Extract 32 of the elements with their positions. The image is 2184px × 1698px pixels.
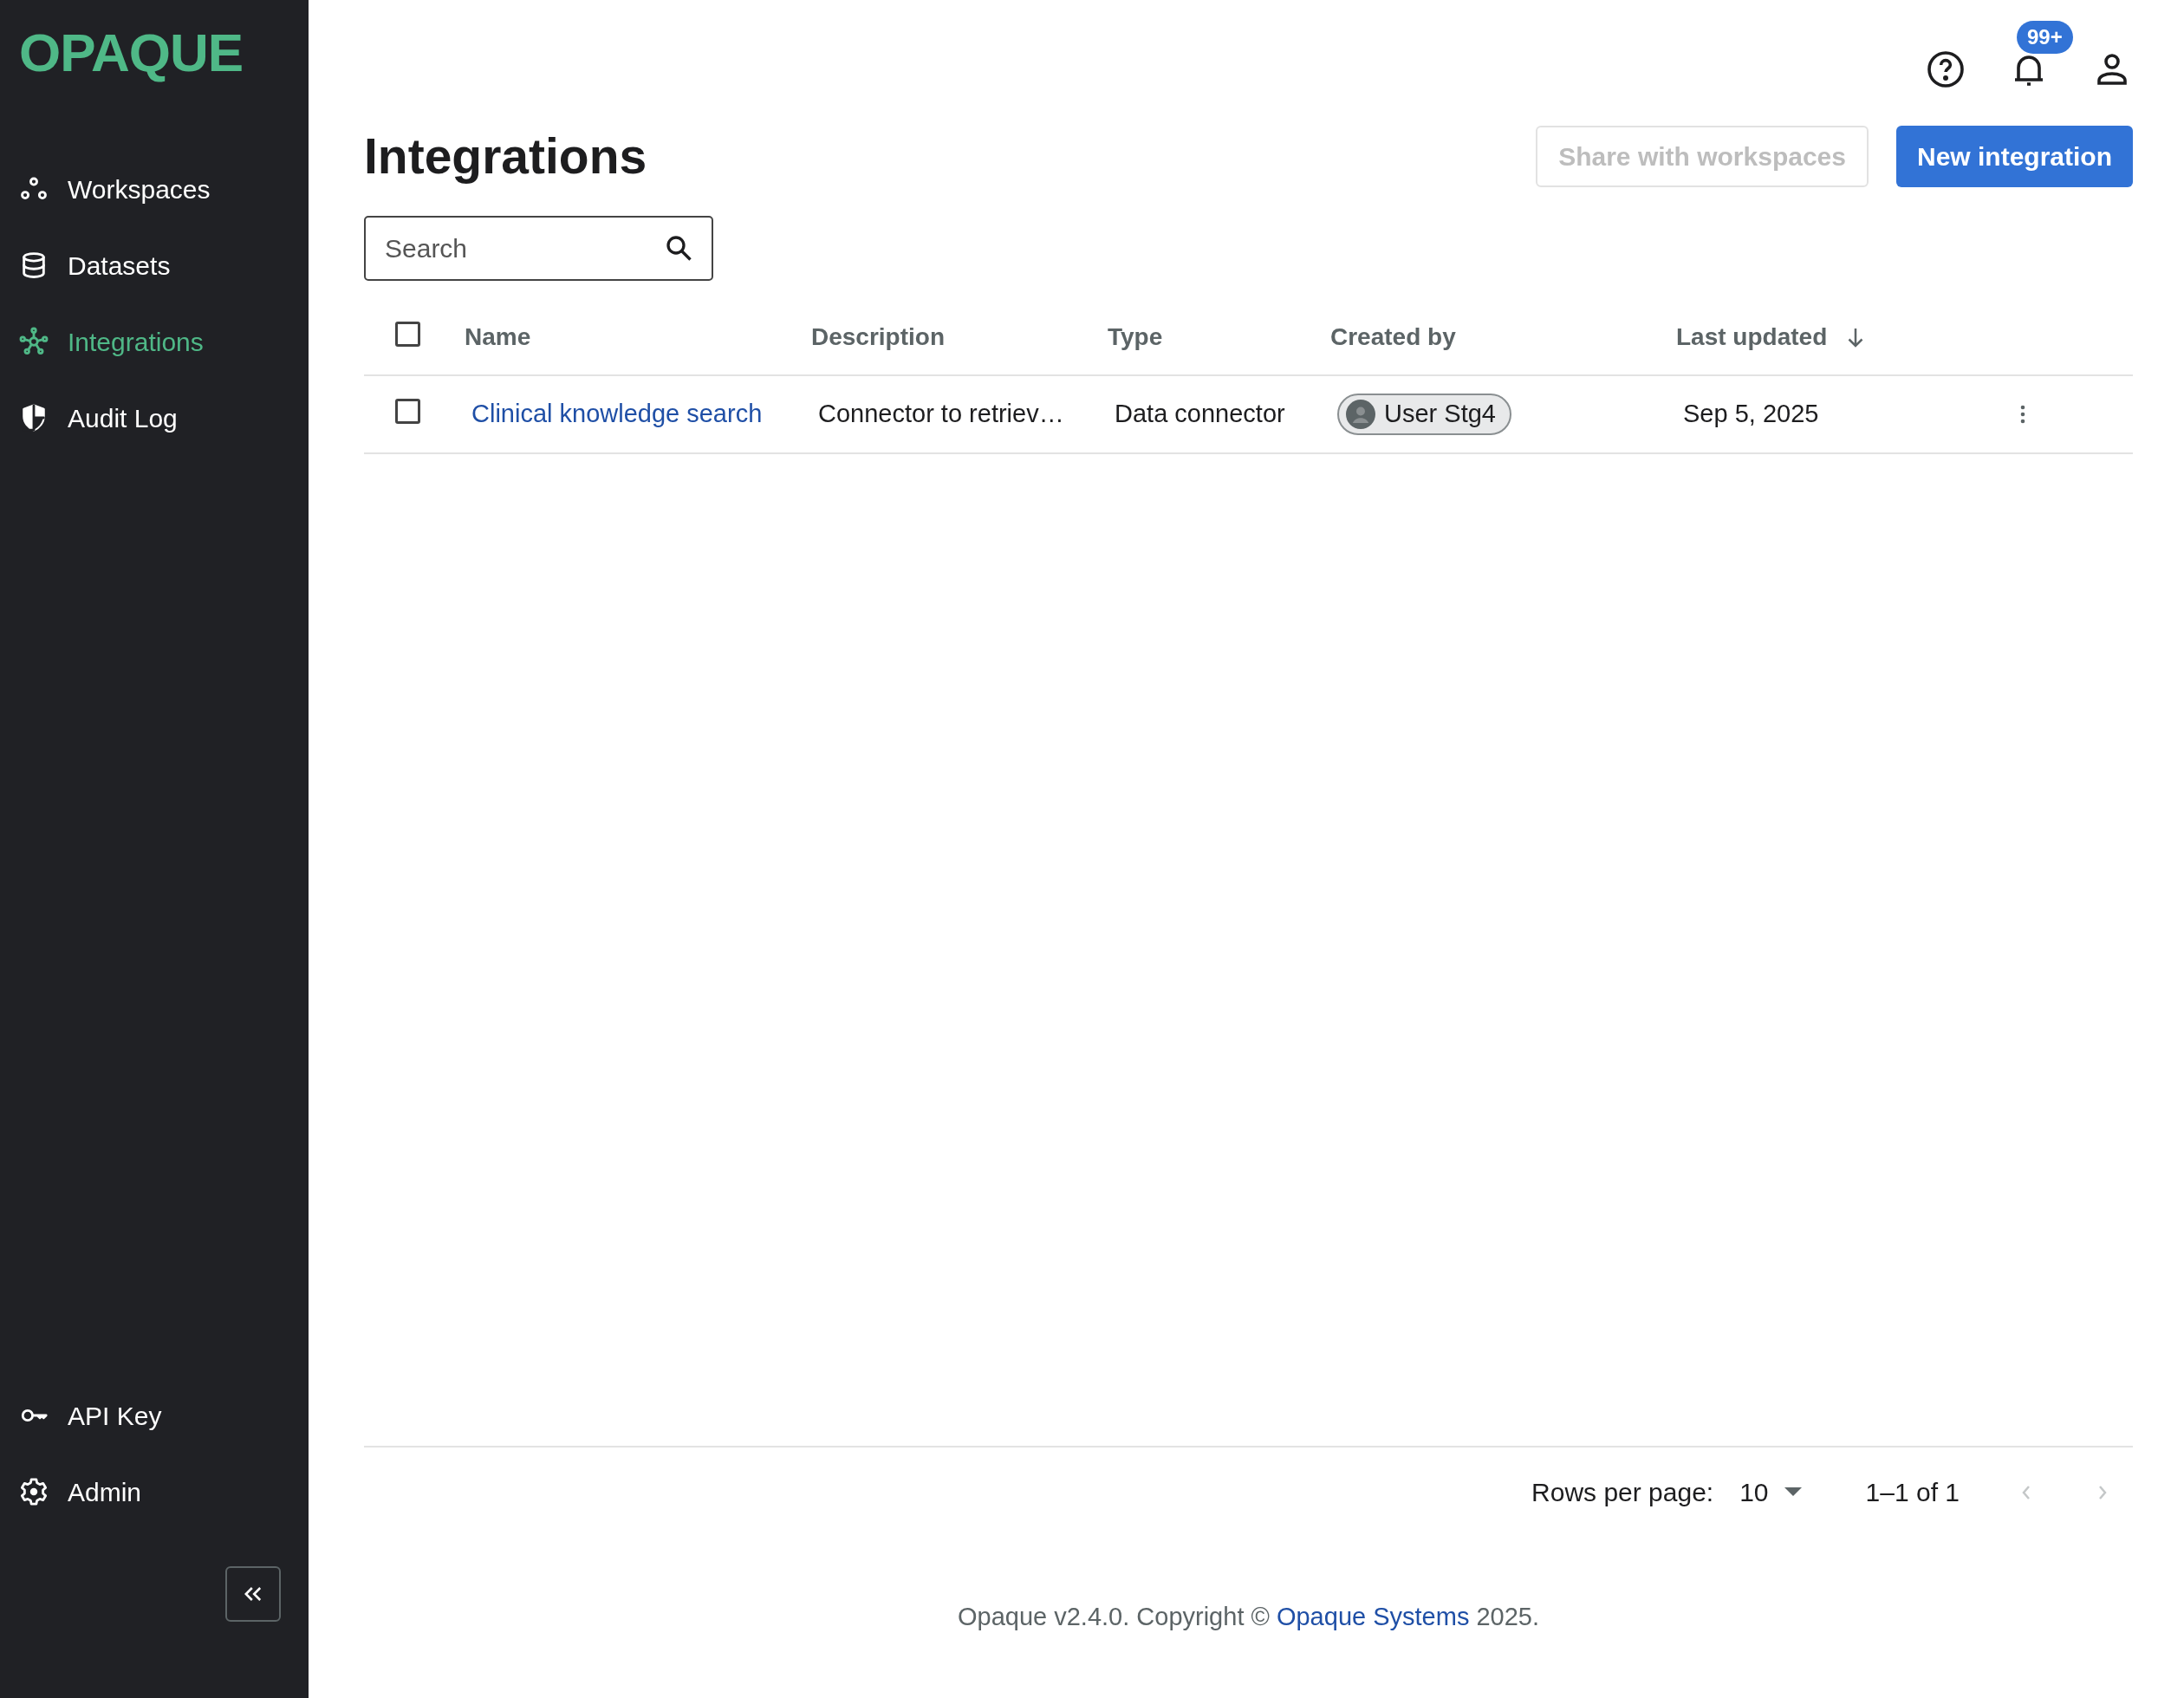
company-link[interactable]: Opaque Systems	[1276, 1603, 1470, 1631]
table-cell: Connector to retriev…	[818, 400, 1064, 428]
network-icon	[19, 327, 49, 356]
table-cell: Sep 5, 2025	[1683, 400, 1819, 428]
nav-item[interactable]: Integrations	[0, 316, 309, 368]
checkbox[interactable]	[395, 322, 420, 347]
nav-item[interactable]: Audit Log	[0, 392, 309, 444]
column-header[interactable]: Last updated	[1676, 319, 1828, 355]
column-header[interactable]: Description	[811, 319, 946, 355]
rows-per-page-select[interactable]: 10	[1739, 1473, 1802, 1512]
nav-item[interactable]: Workspaces	[0, 163, 309, 215]
footer-copyright: Opaque v2.4.0. Copyright © Opaque Systems 2025.	[957, 1602, 1540, 1633]
table-cell: Data connector	[1115, 400, 1285, 428]
nav-item[interactable]: API Key	[0, 1389, 309, 1441]
collapse-button[interactable]	[225, 1566, 281, 1622]
checkbox[interactable]	[395, 399, 420, 424]
column-header[interactable]: Created by	[1330, 319, 1456, 355]
rows-per-page-label: Rows per page:	[1531, 1477, 1714, 1508]
gear-icon	[19, 1477, 49, 1506]
dropdown-caret-icon	[1784, 1487, 1802, 1498]
column-header[interactable]: Type	[1108, 319, 1163, 355]
help-icon[interactable]	[1925, 49, 1966, 90]
nav-item[interactable]: Datasets	[0, 239, 309, 291]
column-header[interactable]: Name	[465, 319, 531, 355]
avatar-icon	[1346, 400, 1375, 429]
nav-item[interactable]: Admin	[0, 1466, 309, 1518]
page-range: 1–1 of 1	[1865, 1477, 1960, 1508]
name-link[interactable]: Clinical knowledge search	[471, 400, 763, 428]
user-chip: User Stg4	[1337, 394, 1511, 435]
search-field[interactable]: Search	[364, 216, 713, 281]
notification-badge: 99+	[2017, 21, 2073, 54]
new-integration-button[interactable]: New integration	[1896, 126, 2133, 187]
